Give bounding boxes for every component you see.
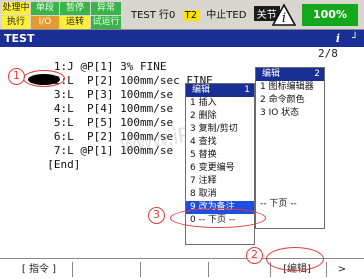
next-page-arrow[interactable]: > <box>330 261 354 278</box>
menu-item-icon-editor[interactable]: 1 图标编辑器 <box>256 81 324 94</box>
program-status-line: TEST 行0 T2 中止TED 关节 <box>131 6 284 21</box>
divider <box>140 262 141 277</box>
annotation-oval <box>266 247 324 271</box>
page-title: TEST <box>4 32 35 45</box>
status-bar: 处理中 单段 暂停 异常 执行 I/O 运转 试运行 TEST 行0 T2 中止… <box>0 0 364 30</box>
menu-item-empty <box>256 185 324 198</box>
program-line[interactable]: 4:L P[4] 100mm/se <box>34 102 173 115</box>
menu-item-find[interactable]: 4 查找 <box>186 136 254 149</box>
program-end-line[interactable]: [End] <box>34 158 80 171</box>
menu-page-number: 2 <box>314 69 320 79</box>
menu-item-empty <box>256 172 324 185</box>
menu-item-comment[interactable]: 7 注释 <box>186 175 254 188</box>
title-bar: TEST i ┘ <box>0 30 364 47</box>
menu-item-io-status[interactable]: 3 IO 状态 <box>256 107 324 120</box>
info-icon: i <box>335 32 340 45</box>
test-cycle-indicator: 试运行 <box>91 16 121 29</box>
menu-item-empty <box>256 120 324 133</box>
menu-item-undo[interactable]: 8 取消 <box>186 188 254 201</box>
menu-item-empty <box>256 146 324 159</box>
menu-item-next-page[interactable]: -- 下页 -- <box>256 198 324 211</box>
menu-page-number: 1 <box>244 85 250 95</box>
warning-icon: i <box>272 3 296 26</box>
joint-jog-icon: ┘ <box>351 33 358 44</box>
divider <box>326 262 327 277</box>
menu-header: 编辑 1 <box>186 84 254 97</box>
menu-item-copy-cut[interactable]: 3 复制/剪切 <box>186 123 254 136</box>
annotation-marker-2: 2 <box>246 247 263 264</box>
menu-item-insert[interactable]: 1 插入 <box>186 97 254 110</box>
state-text: 中止TED <box>206 10 247 21</box>
menu-header: 编辑 2 <box>256 68 324 81</box>
run-indicator: 执行 <box>2 16 30 29</box>
menu-item-delete[interactable]: 2 删除 <box>186 110 254 123</box>
annotation-marker-3: 3 <box>148 207 165 224</box>
menu-item-replace[interactable]: 5 替换 <box>186 149 254 162</box>
mode-label: T2 <box>182 10 200 21</box>
divider <box>208 262 209 277</box>
menu-title: 编辑 <box>262 69 281 79</box>
annotation-oval <box>170 208 266 228</box>
menu-item-empty <box>256 133 324 146</box>
step-indicator: 单段 <box>31 2 59 15</box>
svg-text:i: i <box>282 11 286 26</box>
menu-item-command-color[interactable]: 2 命令颜色 <box>256 94 324 107</box>
menu-title: 编辑 <box>192 85 211 95</box>
override-percent: 100% <box>302 4 358 26</box>
hold-indicator: 暂停 <box>60 2 90 15</box>
annotation-marker-1: 1 <box>8 68 25 85</box>
edit-menu-page2: 编辑 2 1 图标编辑器 2 命令颜色 3 IO 状态 -- 下页 -- <box>255 67 325 229</box>
annotation-oval <box>23 70 65 87</box>
page-indicator: 2/8 <box>318 47 338 60</box>
fault-indicator: 异常 <box>91 2 121 15</box>
io-indicator: I/O <box>31 16 59 29</box>
divider <box>72 262 73 277</box>
menu-item-empty <box>256 159 324 172</box>
prod-indicator: 运转 <box>60 16 90 29</box>
menu-item-renumber[interactable]: 6 变更编号 <box>186 162 254 175</box>
busy-indicator: 处理中 <box>2 2 30 15</box>
program-line-text: TEST 行0 <box>131 10 176 21</box>
program-line[interactable]: 3:L P[3] 100mm/se <box>34 88 173 101</box>
f1-instruction-button[interactable]: [ 指令 ] <box>8 261 70 278</box>
